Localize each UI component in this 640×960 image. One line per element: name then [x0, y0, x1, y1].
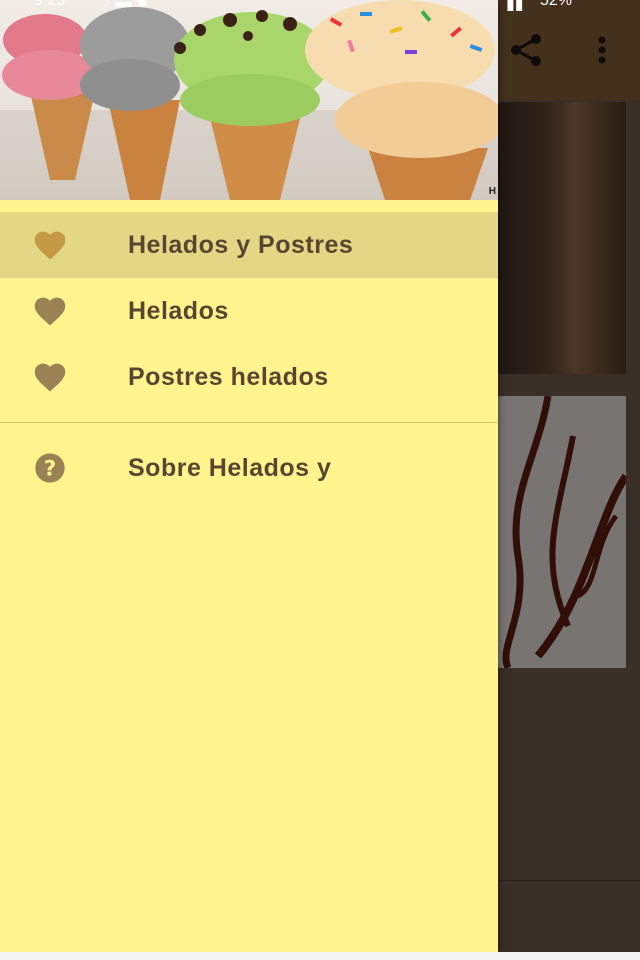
signal-icon: ▮▮ — [506, 0, 524, 12]
svg-text:?: ? — [44, 456, 56, 481]
drawer-header-image: H — [0, 0, 498, 200]
menu-divider — [0, 422, 498, 423]
menu-item-helados[interactable]: Helados — [0, 278, 498, 344]
status-bar: 9:25 ◌▬■ ▮▮ 52% — [0, 0, 640, 12]
notification-icons: ◌▬■ — [100, 0, 154, 11]
menu-item-label: Postres helados — [128, 362, 329, 391]
heart-icon — [32, 229, 68, 261]
status-time: 9:25 — [34, 0, 66, 9]
heart-icon — [32, 361, 68, 393]
battery-percent: 52% — [540, 0, 573, 9]
navigation-drawer: H Helados y Postres Helados Postres hela… — [0, 0, 498, 952]
system-nav-bar — [0, 952, 640, 960]
drawer-menu: Helados y Postres Helados Postres helado… — [0, 212, 498, 501]
watermark: H — [488, 186, 496, 197]
menu-item-helados-y-postres[interactable]: Helados y Postres — [0, 212, 498, 278]
menu-item-about[interactable]: ? Sobre Helados y — [0, 435, 498, 501]
heart-icon — [32, 295, 68, 327]
menu-item-label: Helados — [128, 296, 229, 325]
help-icon: ? — [32, 452, 68, 484]
menu-item-postres-helados[interactable]: Postres helados — [0, 344, 498, 410]
menu-item-label: Sobre Helados y — [128, 453, 332, 482]
menu-item-label: Helados y Postres — [128, 230, 354, 259]
